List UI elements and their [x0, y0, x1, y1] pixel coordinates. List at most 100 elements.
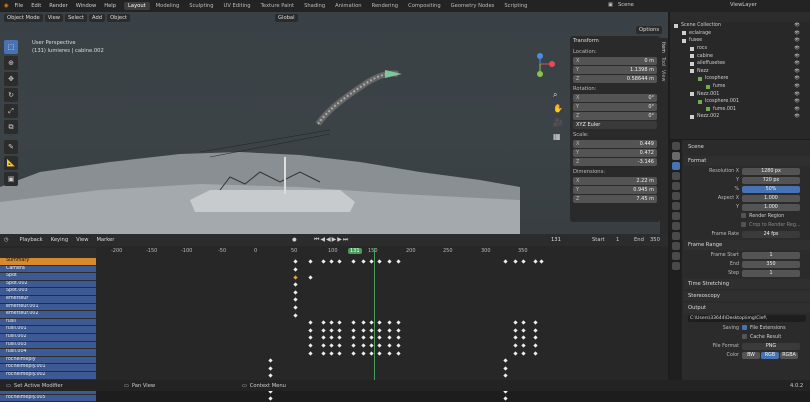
resolution-x-field[interactable]: 1280 px — [742, 167, 800, 175]
keyframe[interactable] — [351, 320, 356, 325]
rotation-y-field[interactable]: Y 0° — [573, 103, 657, 111]
channel-item[interactable]: emetteur — [0, 295, 96, 304]
visibility-icon[interactable]: 👁 — [794, 107, 800, 112]
keyframe[interactable] — [293, 274, 298, 280]
mode-selector[interactable]: Object Mode — [4, 13, 43, 22]
keyframe[interactable] — [308, 320, 313, 325]
keyframe[interactable] — [387, 259, 392, 264]
time-stretching-section-header[interactable]: Time Stretching — [684, 279, 810, 289]
keyframe[interactable] — [293, 297, 298, 302]
keyframe[interactable] — [308, 343, 313, 348]
keyframe[interactable] — [513, 350, 518, 356]
keyframe[interactable] — [293, 290, 298, 295]
keyframe[interactable] — [396, 328, 401, 333]
visibility-icon[interactable]: 👁 — [794, 69, 800, 74]
frame-start-field[interactable]: 1 — [742, 251, 800, 259]
clock-icon[interactable]: ◷ — [4, 237, 9, 243]
dimensions-z-field[interactable]: Z 7.45 m — [573, 195, 657, 203]
keyframe[interactable] — [321, 350, 326, 356]
material-tab-icon[interactable] — [672, 262, 680, 270]
tab-uv-editing[interactable]: UV Editing — [220, 2, 255, 10]
tab-sculpting[interactable]: Sculpting — [185, 2, 217, 10]
tab-scripting[interactable]: Scripting — [500, 2, 531, 10]
keyframe[interactable] — [293, 259, 298, 264]
channel-item[interactable]: fusil.001 — [0, 326, 96, 334]
keyframe[interactable] — [539, 259, 544, 264]
sidebar-tab-view[interactable]: View — [660, 70, 665, 81]
keyframe[interactable] — [308, 259, 313, 264]
tab-compositing[interactable]: Compositing — [404, 2, 445, 10]
scene-tab-icon[interactable] — [672, 182, 680, 190]
scene-icon[interactable]: ▣ — [608, 2, 613, 8]
file-format-select[interactable]: PNG — [742, 342, 800, 350]
keyframe[interactable] — [533, 343, 538, 348]
channel-item[interactable]: rochelmeply.002 — [0, 371, 96, 380]
keyframe[interactable] — [329, 320, 334, 325]
keyframe[interactable] — [387, 328, 392, 333]
keyframe[interactable] — [521, 259, 526, 264]
keyframe[interactable] — [533, 259, 538, 264]
keyframe[interactable] — [337, 335, 342, 340]
scale-tool-icon[interactable]: ⤢ — [4, 104, 18, 118]
tab-animation[interactable]: Animation — [331, 2, 365, 10]
keyframe[interactable] — [503, 358, 508, 363]
outliner-item[interactable]: aileffusetee 👁 — [670, 60, 810, 68]
keyframe[interactable] — [387, 343, 392, 348]
modifier-tab-icon[interactable] — [672, 212, 680, 220]
outliner-item[interactable]: Scene Collection 👁 — [670, 22, 810, 30]
tab-modeling[interactable]: Modeling — [152, 2, 184, 10]
keyframe[interactable] — [513, 335, 518, 340]
keyframe[interactable] — [329, 328, 334, 333]
frame-rate-select[interactable]: 24 fps — [742, 230, 800, 238]
tab-rendering[interactable]: Rendering — [368, 2, 403, 10]
keyframe[interactable] — [396, 335, 401, 340]
keyframe[interactable] — [293, 267, 298, 272]
viewport-menu-add[interactable]: Add — [89, 13, 106, 22]
end-field[interactable]: 350 — [650, 237, 660, 243]
timeline-menu-marker[interactable]: Marker — [93, 236, 118, 244]
keyframe[interactable] — [396, 320, 401, 325]
keyframe[interactable] — [369, 320, 374, 325]
timeline-menu-view[interactable]: View — [73, 236, 92, 244]
keyframe[interactable] — [329, 343, 334, 348]
keyframe[interactable] — [351, 350, 356, 356]
stereoscopy-section-header[interactable]: Stereoscopy — [684, 291, 810, 301]
keyframe[interactable] — [351, 259, 356, 264]
cursor-tool-icon[interactable]: ⊕ — [4, 56, 18, 70]
tab-shading[interactable]: Shading — [300, 2, 329, 10]
keyframe[interactable] — [396, 350, 401, 356]
keyframe[interactable] — [521, 328, 526, 333]
keyframe[interactable] — [513, 328, 518, 333]
keyframe[interactable] — [321, 320, 326, 325]
resolution-y-field[interactable]: 720 px — [742, 176, 800, 184]
channel-item[interactable]: emetteur.002 — [0, 311, 96, 319]
keyframe[interactable] — [369, 335, 374, 340]
visibility-icon[interactable]: 👁 — [794, 38, 800, 43]
keyframe[interactable] — [377, 259, 382, 264]
scene-selector[interactable]: Scene — [618, 2, 668, 8]
crop-checkbox[interactable]: Crop to Render Reg... — [741, 222, 810, 228]
keyframe[interactable] — [377, 335, 382, 340]
keyframe[interactable] — [533, 328, 538, 333]
channel-item[interactable]: rochelmeply.005 — [0, 394, 96, 402]
keyframe[interactable] — [387, 335, 392, 340]
keyframe[interactable] — [351, 328, 356, 333]
outliner-item[interactable]: fume.001 👁 — [670, 106, 810, 114]
camera-view-icon[interactable]: 🎥 — [553, 118, 563, 127]
keyframe[interactable] — [361, 328, 366, 333]
channel-item[interactable]: Camera — [0, 265, 96, 274]
output-tab-icon[interactable] — [672, 162, 680, 170]
file-extensions-checkbox[interactable]: File Extensions — [742, 325, 786, 331]
tab-layout[interactable]: Layout — [124, 2, 150, 10]
keyframe[interactable] — [503, 366, 508, 371]
playback-controls[interactable]: ⏮◀◀▶▶⏭ — [314, 236, 349, 244]
keyframe[interactable] — [361, 320, 366, 325]
visibility-icon[interactable]: 👁 — [794, 76, 800, 81]
add-cube-tool-icon[interactable]: ▣ — [4, 172, 18, 186]
outliner-item[interactable]: fume 👁 — [670, 83, 810, 91]
keyframe[interactable] — [377, 328, 382, 333]
render-tab-icon[interactable] — [672, 152, 680, 160]
record-icon[interactable]: ● — [292, 237, 297, 243]
aspect-x-field[interactable]: 1.000 — [742, 194, 800, 202]
keyframe[interactable] — [503, 373, 508, 378]
